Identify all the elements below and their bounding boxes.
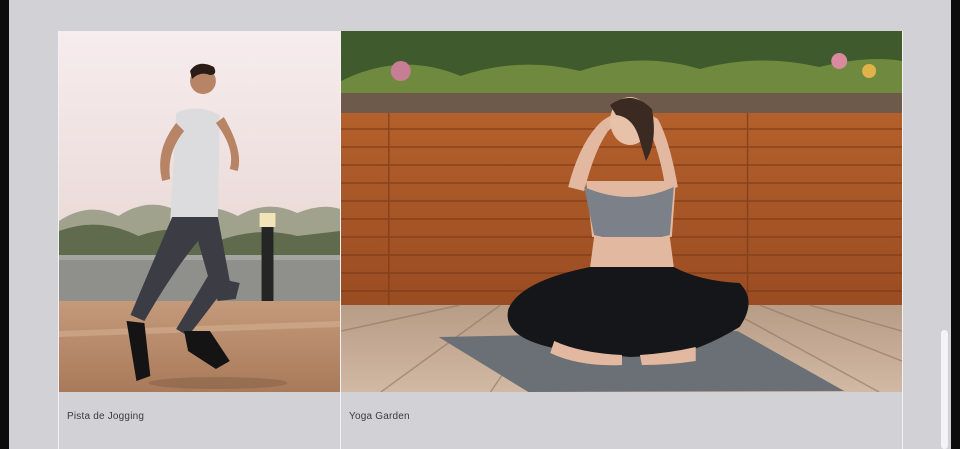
page-viewport: Pista de Jogging Yoga Garden [9,0,951,449]
vertical-scrollbar-thumb[interactable] [941,330,948,449]
card-label-yoga: Yoga Garden [349,411,410,422]
facility-card-jogging[interactable]: Pista de Jogging [58,31,341,449]
jogging-runner-photo [59,31,340,392]
yoga-stretch-photo [341,31,902,392]
card-label-jogging: Pista de Jogging [67,411,145,422]
facility-card-yoga[interactable]: Yoga Garden [340,31,903,449]
